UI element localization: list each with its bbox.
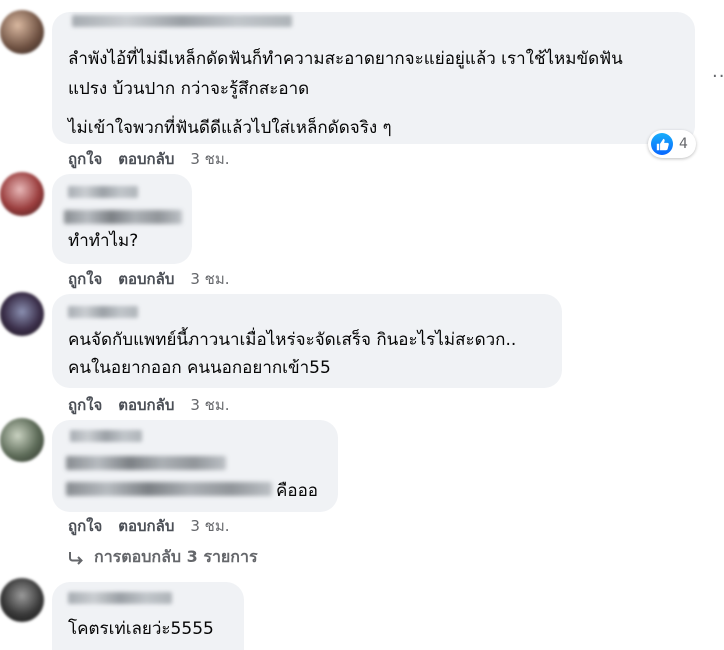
reply-button[interactable]: ตอบกลับ [118, 147, 174, 171]
comment-bubble: คือออ [52, 420, 338, 512]
comment-text: ไม่เข้าใจพวกที่ฟันดีดีแล้วไปใส่เหล็กดัดจ… [68, 118, 392, 138]
blurred-text [66, 456, 226, 470]
view-replies-link[interactable]: การตอบกลับ 3 รายการ [68, 545, 258, 570]
like-button[interactable]: ถูกใจ [68, 147, 102, 171]
timestamp[interactable]: 3 ชม. [190, 393, 229, 417]
blurred-text [66, 482, 272, 496]
comment-actions: ถูกใจ ตอบกลับ 3 ชม. [68, 393, 230, 417]
reply-button[interactable]: ตอบกลับ [118, 267, 174, 291]
comment-actions: ถูกใจ ตอบกลับ 3 ชม. [68, 267, 230, 291]
comment-actions: ถูกใจ ตอบกลับ 3 ชม. [68, 147, 230, 171]
like-button[interactable]: ถูกใจ [68, 267, 102, 291]
avatar[interactable] [0, 418, 44, 462]
reply-button[interactable]: ตอบกลับ [118, 393, 174, 417]
comment-text: โคตรเท่เลยว่ะ5555 [68, 619, 214, 639]
reaction-count-text: 4 [679, 136, 688, 152]
comment-text: คนในอยากออก คนนอกอยากเข้า55 [68, 358, 331, 378]
timestamp[interactable]: 3 ชม. [190, 147, 229, 171]
commenter-name[interactable] [72, 15, 292, 27]
commenter-name[interactable] [70, 430, 142, 442]
comment-text: คนจัดกับแพทย์นี้ภาวนาเมื่อไหร่จะจัดเสร็จ… [68, 330, 517, 350]
comment-bubble: คนจัดกับแพทย์นี้ภาวนาเมื่อไหร่จะจัดเสร็จ… [52, 294, 562, 388]
commenter-name[interactable] [68, 306, 138, 318]
timestamp[interactable]: 3 ชม. [190, 514, 229, 538]
commenter-name[interactable] [68, 592, 172, 604]
comment-text: ทำทำไม? [68, 231, 139, 251]
timestamp[interactable]: 3 ชม. [190, 267, 229, 291]
comment-actions: ถูกใจ ตอบกลับ 3 ชม. [68, 514, 230, 538]
view-replies-label: การตอบกลับ 3 รายการ [94, 547, 258, 566]
more-options-icon[interactable]: ·· [712, 66, 724, 87]
reply-arrow-icon [69, 551, 83, 565]
like-button[interactable]: ถูกใจ [68, 393, 102, 417]
reply-button[interactable]: ตอบกลับ [118, 514, 174, 538]
avatar[interactable] [0, 10, 44, 54]
comment-text: คือออ [276, 481, 319, 501]
avatar[interactable] [0, 292, 44, 336]
like-icon [651, 133, 673, 155]
comment-bubble: ทำทำไม? [52, 174, 192, 264]
comment-text: ลำพังไอ้ที่ไม่มีเหล็กดัดฟันก็ทำความสะอาด… [68, 49, 623, 69]
commenter-name[interactable] [68, 186, 138, 198]
comment-bubble: ลำพังไอ้ที่ไม่มีเหล็กดัดฟันก็ทำความสะอาด… [52, 12, 695, 144]
like-button[interactable]: ถูกใจ [68, 514, 102, 538]
avatar[interactable] [0, 172, 44, 216]
blurred-text [64, 210, 182, 224]
comment-text: แปรง บ้วนปาก กว่าจะรู้สึกสะอาด [68, 79, 310, 99]
reaction-count[interactable]: 4 [648, 130, 696, 158]
comment-bubble: โคตรเท่เลยว่ะ5555 [52, 582, 244, 650]
avatar[interactable] [0, 578, 44, 622]
